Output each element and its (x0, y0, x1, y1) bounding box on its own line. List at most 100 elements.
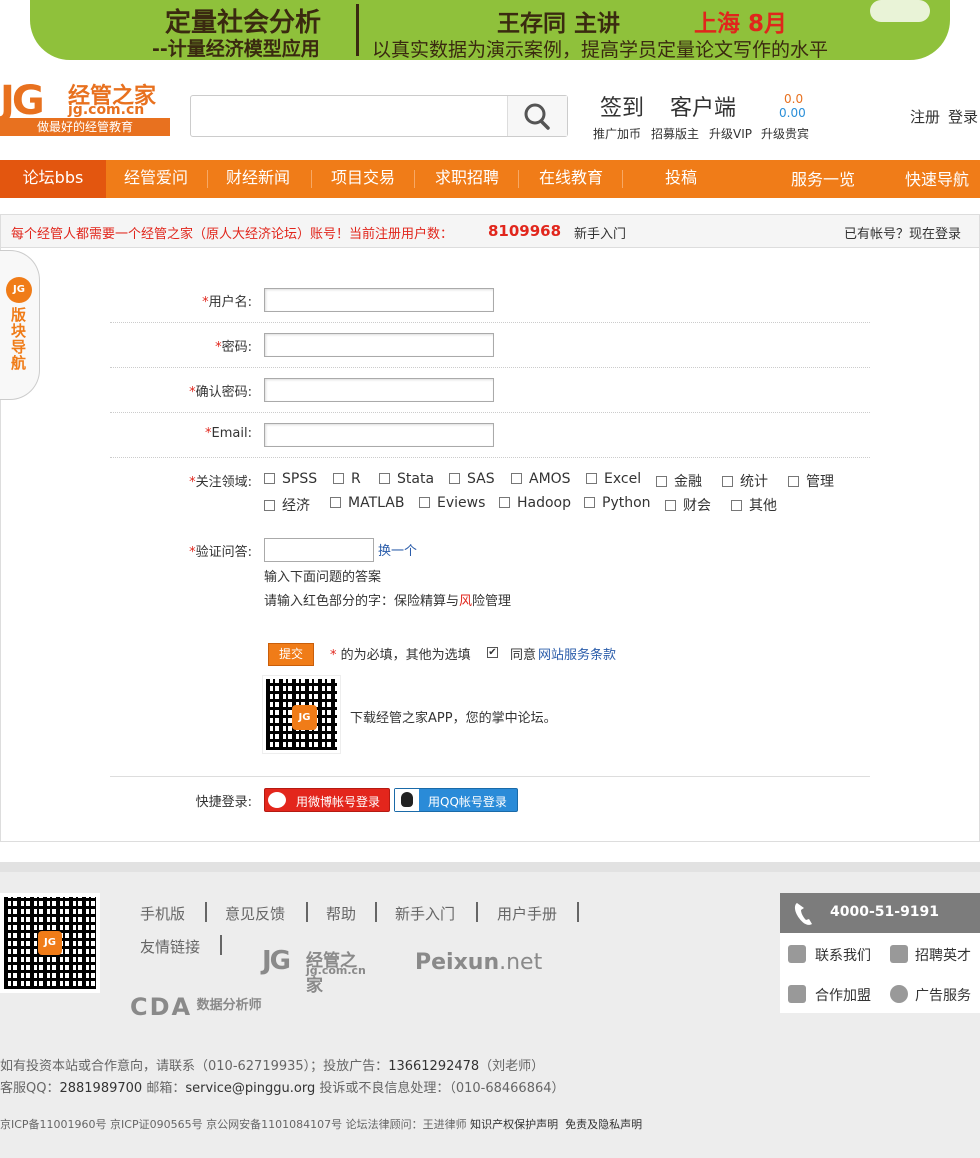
field-checkbox[interactable]: 金融 (656, 471, 702, 491)
checkbox-icon (584, 497, 595, 508)
nav-ask[interactable]: 经管爱问 (124, 160, 188, 198)
qq-icon (395, 789, 419, 811)
jg-badge-icon: JG (38, 931, 62, 955)
field-checkbox[interactable]: AMOS (511, 471, 571, 487)
coin-top: 0.0 (784, 92, 804, 106)
field-checkbox[interactable]: SAS (449, 471, 495, 487)
quick-login-label: 快捷登录: (195, 795, 252, 810)
agree-label: 同意 (510, 648, 537, 663)
contact-box: 4000-51-9191 联系我们 招聘英才 合作加盟 广告服务 (780, 893, 980, 1013)
ip-statement-link[interactable]: 知识产权保护声明 (470, 1118, 558, 1131)
question-icon (788, 945, 806, 963)
footer-link-mobile[interactable]: 手机版 (140, 903, 185, 924)
login-link[interactable]: 登录 (948, 106, 978, 127)
book-icon (890, 945, 908, 963)
search-input[interactable] (197, 104, 497, 128)
banner-cloud (870, 0, 930, 22)
privacy-link[interactable]: 免责及隐私声明 (565, 1118, 642, 1131)
upgrade-vip-link[interactable]: 升级VIP (709, 125, 752, 142)
field-checkbox[interactable]: R (333, 471, 361, 487)
nav-trade[interactable]: 项目交易 (331, 160, 395, 198)
newbie-link[interactable]: 新手入门 (574, 223, 626, 242)
recruit-mod-link[interactable]: 招募版主 (651, 125, 699, 142)
verify-hint: 输入下面问题的答案 (264, 570, 382, 585)
username-input[interactable] (264, 288, 494, 312)
field-checkbox[interactable]: Excel (586, 471, 641, 487)
field-checkbox[interactable]: SPSS (264, 471, 317, 487)
nav-divider (518, 170, 519, 188)
upgrade-guest-link[interactable]: 升级贵宾 (761, 125, 809, 142)
ad-service-link[interactable]: 广告服务 (915, 985, 971, 1005)
nav-service[interactable]: 服务一览 (791, 162, 855, 200)
email-input[interactable] (264, 423, 494, 447)
has-account-link[interactable]: 已有帐号？现在登录 (844, 223, 961, 242)
nav-divider (622, 170, 623, 188)
field-checkbox[interactable]: Eviews (419, 495, 485, 511)
partner-jg-logo[interactable]: JG 经管之家 jg.com.cn (262, 946, 372, 996)
phone-number: 4000-51-9191 (830, 904, 940, 920)
checkbox-icon (264, 500, 275, 511)
footer-qrcode: JG (0, 893, 100, 993)
section-nav-tab[interactable]: JG 版块导航 (0, 250, 40, 400)
divider (110, 776, 870, 777)
verify-question: 请输入红色部分的字：保险精算与风险管理 (264, 594, 512, 609)
submit-button[interactable]: 提交 (268, 643, 314, 666)
notice-bar: 每个经管人都需要一个经管之家（原人大经济论坛）账号！当前注册用户数： 81099… (0, 214, 980, 248)
partner-peixun-logo[interactable]: Peixun.net (415, 950, 542, 975)
change-question-link[interactable]: 换一个 (378, 540, 417, 559)
footer-divider (220, 935, 222, 955)
username-label: *用户名: (202, 295, 252, 310)
top-banner-ad[interactable]: 定量社会分析 --计量经济模型应用 王存同 主讲 上海 8月 以真实数据为演示案… (0, 0, 980, 62)
phone-bar[interactable]: 4000-51-9191 (780, 893, 980, 933)
search-button[interactable] (507, 96, 567, 136)
site-logo[interactable]: JG 经管之家 jg.com.cn 做最好的经管教育 (0, 78, 170, 136)
banner-city-month: 上海 8月 (694, 11, 788, 37)
field-checkbox[interactable]: 其他 (731, 495, 777, 515)
footer-service-line: 客服QQ：2881989700 邮箱：service@pinggu.org 投诉… (0, 1081, 565, 1096)
footer-topbar (0, 862, 980, 872)
field-checkbox[interactable]: Hadoop (499, 495, 571, 511)
footer-link-feedback[interactable]: 意见反馈 (225, 903, 285, 924)
qq-login-button[interactable]: 用QQ帐号登录 (394, 788, 518, 812)
footer-link-newbie[interactable]: 新手入门 (395, 903, 455, 924)
nav-divider (207, 170, 208, 188)
signin-link[interactable]: 签到 (600, 90, 644, 122)
client-link[interactable]: 客户端 (670, 90, 736, 122)
cooperation-link[interactable]: 合作加盟 (815, 985, 871, 1005)
field-checkbox[interactable]: Stata (379, 471, 434, 487)
checkbox-icon (379, 473, 390, 484)
field-checkbox[interactable]: 管理 (788, 471, 834, 491)
terms-link[interactable]: 网站服务条款 (538, 644, 616, 663)
field-checkbox[interactable]: 统计 (722, 471, 768, 491)
contact-us-link[interactable]: 联系我们 (815, 945, 871, 965)
checkbox-icon (333, 473, 344, 484)
confirm-password-input[interactable] (264, 378, 494, 402)
nav-edu[interactable]: 在线教育 (539, 160, 603, 198)
field-checkbox[interactable]: 财会 (665, 495, 711, 515)
footer-link-help[interactable]: 帮助 (326, 903, 356, 924)
partner-cda-logo[interactable]: CDA 数据分析师 (130, 993, 262, 1021)
promo-coin-link[interactable]: 推广加币 (593, 125, 641, 142)
recruit-link[interactable]: 招聘英才 (915, 945, 971, 965)
weibo-login-button[interactable]: 用微博帐号登录 (264, 788, 390, 812)
nav-jobs[interactable]: 求职招聘 (435, 160, 499, 198)
nav-quicknav[interactable]: 快速导航 (905, 162, 969, 200)
checkbox-icon (656, 476, 667, 487)
user-count: 8109968 (488, 222, 562, 240)
password-input[interactable] (264, 333, 494, 357)
verify-input[interactable] (264, 538, 374, 562)
register-link[interactable]: 注册 (910, 106, 940, 127)
footer-link-manual[interactable]: 用户手册 (497, 903, 557, 924)
coin-bottom: 0.00 (779, 106, 806, 120)
logo-slogan: 做最好的经管教育 (0, 118, 170, 136)
field-checkbox[interactable]: MATLAB (330, 495, 404, 511)
search-icon (524, 103, 550, 130)
agree-checkbox[interactable]: ✔ (487, 647, 498, 658)
footer-divider (205, 902, 207, 922)
nav-bbs[interactable]: 论坛bbs (0, 160, 106, 198)
nav-submit[interactable]: 投稿 (665, 160, 697, 198)
field-checkbox[interactable]: Python (584, 495, 651, 511)
nav-divider (311, 170, 312, 188)
nav-news[interactable]: 财经新闻 (226, 160, 290, 198)
field-checkbox[interactable]: 经济 (264, 495, 310, 515)
